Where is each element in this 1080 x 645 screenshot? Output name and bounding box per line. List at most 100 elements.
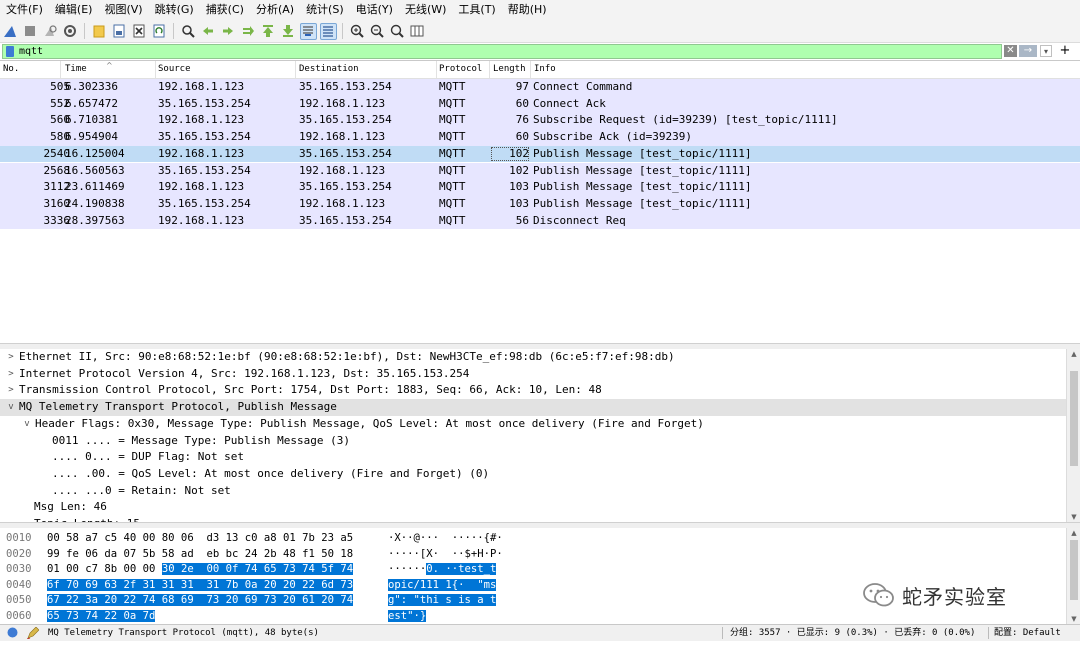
menu-item[interactable]: 分析(A) <box>250 0 300 20</box>
colorize-icon[interactable] <box>319 22 337 40</box>
detail-tree-item[interactable]: > Internet Protocol Version 4, Src: 192.1… <box>0 366 1066 383</box>
filter-history-dropdown[interactable]: ▾ <box>1040 45 1052 57</box>
detail-tree-item[interactable]: > Transmission Control Protocol, Src Port… <box>0 382 1066 399</box>
packet-row[interactable]: 552 6.657472 35.165.153.254 192.168.1.123 MQ… <box>0 95 1080 113</box>
collapsed-chevron-icon[interactable]: > <box>6 349 16 366</box>
zoom-out-icon[interactable] <box>369 23 386 40</box>
detail-tree-label: Ethernet II, Src: 90:e8:68:52:1e:bf (90:… <box>19 350 675 363</box>
menu-item[interactable]: 无线(W) <box>399 0 452 20</box>
menu-item[interactable]: 工具(T) <box>452 0 501 20</box>
shark-fin-start-icon[interactable] <box>2 23 19 40</box>
bookmark-icon[interactable] <box>6 46 14 57</box>
packet-destination: 35.165.153.254 <box>299 113 392 127</box>
column-divider[interactable] <box>436 61 437 78</box>
go-last-icon[interactable] <box>280 23 297 40</box>
reload-icon[interactable] <box>151 23 168 40</box>
column-divider[interactable] <box>530 61 531 78</box>
go-forward-icon[interactable] <box>220 23 237 40</box>
collapsed-chevron-icon[interactable]: > <box>6 382 16 399</box>
bytes-scrollbar[interactable]: ▲ ▼ <box>1066 528 1080 624</box>
menu-item[interactable]: 帮助(H) <box>502 0 553 20</box>
col-header-protocol[interactable]: Protocol <box>439 64 482 74</box>
column-divider[interactable] <box>60 61 61 78</box>
stop-icon[interactable] <box>22 23 39 40</box>
packet-destination: 35.165.153.254 <box>299 80 392 93</box>
detail-tree-item[interactable]: .... .00. = QoS Level: At most once deli… <box>0 466 1066 483</box>
col-header-destination[interactable]: Destination <box>299 64 359 74</box>
detail-tree-item[interactable]: 0011 .... = Message Type: Publish Messag… <box>0 433 1066 450</box>
go-to-packet-icon[interactable] <box>240 23 257 40</box>
menu-item[interactable]: 视图(V) <box>98 0 148 20</box>
column-divider[interactable] <box>155 61 156 78</box>
packet-row[interactable]: 580 6.954904 35.165.153.254 192.168.1.123 MQ… <box>0 129 1080 146</box>
packet-info: Subscribe Request (id=39239) [test_topic… <box>533 113 838 127</box>
bytes-scroll-thumb[interactable] <box>1070 540 1078 600</box>
expert-info-icon[interactable] <box>7 627 18 638</box>
details-scrollbar[interactable]: ▲ ▼ <box>1066 349 1080 522</box>
hex-offset: 0040 <box>6 578 32 591</box>
go-back-icon[interactable] <box>200 23 217 40</box>
packet-row[interactable]: 2568 16.560563 35.165.153.254 192.168.1.123… <box>0 162 1080 180</box>
column-divider[interactable] <box>489 61 490 78</box>
close-file-icon[interactable] <box>131 23 148 40</box>
packet-info: Publish Message [test_topic/1111] <box>533 146 752 160</box>
apply-filter-button[interactable]: → <box>1019 45 1037 57</box>
menu-item[interactable]: 统计(S) <box>300 0 350 20</box>
menu-item[interactable]: 电话(Y) <box>350 0 399 20</box>
go-first-icon[interactable] <box>260 23 277 40</box>
autoscroll-icon[interactable] <box>299 22 317 40</box>
col-header-info[interactable]: Info <box>534 64 556 74</box>
column-divider[interactable] <box>295 61 296 78</box>
packet-info: Publish Message [test_topic/1111] <box>533 196 752 210</box>
detail-tree-item[interactable]: .... ...0 = Retain: Not set <box>0 483 1066 500</box>
menu-item[interactable]: 跳转(G) <box>149 0 200 20</box>
packet-time: 24.190838 <box>65 196 125 210</box>
collapsed-chevron-icon[interactable]: > <box>6 366 16 383</box>
find-icon[interactable] <box>180 23 197 40</box>
hex-row[interactable]: 0020 99 fe 06 da 07 5b 58 ad eb bc 24 2b … <box>0 546 1066 562</box>
filter-text[interactable]: mqtt <box>19 46 43 57</box>
detail-tree-label: .... 0... = DUP Flag: Not set <box>52 450 245 464</box>
col-header-length[interactable]: Length <box>493 64 526 74</box>
expanded-chevron-icon[interactable]: v <box>22 416 32 433</box>
packet-row[interactable]: 3112 23.611469 192.168.1.123 35.165.153.254… <box>0 179 1080 196</box>
options-gear-icon[interactable] <box>62 23 79 40</box>
packet-row[interactable]: 505 6.302336 192.168.1.123 35.165.153.254 MQ… <box>0 79 1080 96</box>
scroll-down-icon[interactable]: ▼ <box>1067 614 1080 624</box>
scroll-up-icon[interactable]: ▲ <box>1067 528 1080 538</box>
save-file-icon[interactable] <box>111 23 128 40</box>
scroll-down-icon[interactable]: ▼ <box>1067 512 1080 522</box>
col-header-no[interactable]: No. <box>3 64 19 74</box>
resize-columns-icon[interactable] <box>409 23 426 40</box>
add-filter-button[interactable]: + <box>1058 44 1072 58</box>
menu-item[interactable]: 文件(F) <box>0 0 49 20</box>
packet-row[interactable]: 3160 24.190838 35.165.153.254 192.168.1.123… <box>0 195 1080 213</box>
clear-filter-button[interactable]: ✕ <box>1004 45 1017 57</box>
expanded-chevron-icon[interactable]: v <box>6 399 16 416</box>
packet-row[interactable]: 3336 28.397563 192.168.1.123 35.165.153.254… <box>0 212 1080 230</box>
detail-tree-item[interactable]: > Ethernet II, Src: 90:e8:68:52:1e:bf (90… <box>0 349 1066 366</box>
zoom-normal-icon[interactable] <box>389 23 406 40</box>
packet-row[interactable]: 2540 16.125004 192.168.1.123 35.165.153.254… <box>0 145 1080 163</box>
display-filter-input[interactable]: mqtt <box>2 44 1002 59</box>
hex-row[interactable]: 0010 00 58 a7 c5 40 00 80 06 d3 13 c0 a8 … <box>0 530 1066 546</box>
menu-item[interactable]: 捕获(C) <box>200 0 250 20</box>
profile-selector[interactable]: 配置: Default <box>994 625 1061 641</box>
capture-comment-icon[interactable] <box>26 626 40 640</box>
scroll-up-icon[interactable]: ▲ <box>1067 349 1080 359</box>
packet-source: 192.168.1.123 <box>158 113 245 127</box>
col-header-source[interactable]: Source <box>158 64 191 74</box>
packet-row[interactable]: 560 6.710381 192.168.1.123 35.165.153.254 MQ… <box>0 112 1080 130</box>
detail-tree-item[interactable]: .... 0... = DUP Flag: Not set <box>0 449 1066 466</box>
menu-item[interactable]: 编辑(E) <box>49 0 99 20</box>
zoom-in-icon[interactable] <box>349 23 366 40</box>
hex-offset: 0010 <box>6 532 32 544</box>
detail-tree-item[interactable]: v MQ Telemetry Transport Protocol, Publis… <box>0 399 1066 416</box>
restart-icon[interactable] <box>42 23 59 40</box>
open-folder-icon[interactable] <box>91 23 108 40</box>
col-header-time[interactable]: Time <box>65 64 87 74</box>
packet-source: 192.168.1.123 <box>158 80 245 93</box>
details-scroll-thumb[interactable] <box>1070 371 1078 466</box>
detail-tree-item[interactable]: Msg Len: 46 <box>0 499 1066 516</box>
detail-tree-item[interactable]: v Header Flags: 0x30, Message Type: Publi… <box>0 416 1066 433</box>
